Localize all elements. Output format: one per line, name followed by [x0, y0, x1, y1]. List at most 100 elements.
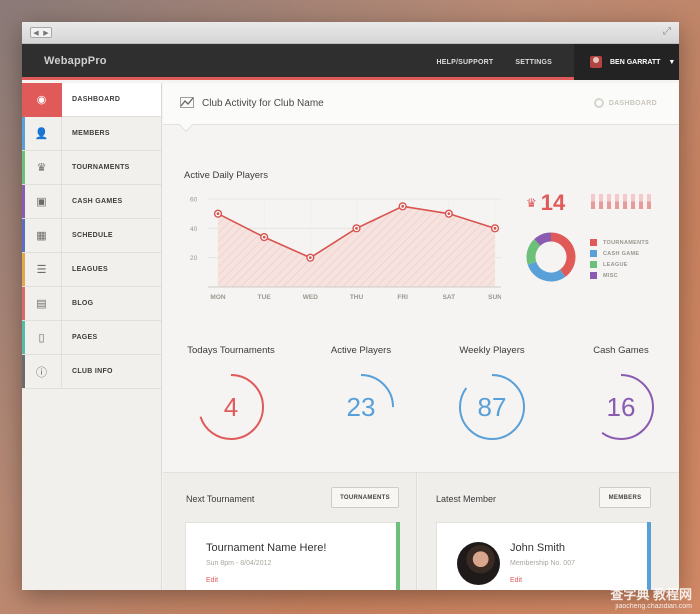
member-avatar [457, 542, 500, 585]
legend-label: TOURNAMENTS [603, 239, 649, 246]
sidebar-item-tournaments[interactable]: ♛ TOURNAMENTS [22, 150, 161, 185]
brand-logo[interactable]: WebappPro [44, 55, 107, 67]
help-support-link[interactable]: HELP/SUPPORT [437, 59, 494, 66]
sidebar-item-label: MEMBERS [72, 130, 110, 137]
activity-chart-svg: 20 40 60 MON TUE WED THU FRI SAT SUN [190, 197, 503, 301]
settings-link[interactable]: SETTINGS [515, 59, 552, 66]
legend-label: LEAGUE [603, 261, 628, 268]
stat-ring: 4 [198, 374, 264, 440]
crown-stat: ♛ 14 [526, 190, 565, 216]
page-title: Club Activity for Club Name [202, 98, 324, 109]
sidebar-item-label: PAGES [72, 334, 98, 341]
stat-todays-tournaments: Todays Tournaments 4 [166, 345, 296, 444]
mini-bar [591, 194, 595, 209]
mini-bar [639, 194, 643, 209]
stat-value: 23 [347, 392, 376, 422]
activity-title: Active Daily Players [184, 170, 268, 181]
stat-ring: 87 [459, 374, 525, 440]
calendar-icon: ▦ [22, 218, 62, 253]
stat-ring: 16 [588, 374, 654, 440]
bottom-panels: Next Tournament TOURNAMENTS Tournament N… [163, 472, 679, 590]
sidebar-item-label: SCHEDULE [72, 232, 113, 239]
tournament-edit-link[interactable]: Edit [206, 577, 218, 584]
tournament-card[interactable]: Tournament Name Here! Sun 8pm - 8/04/201… [185, 522, 400, 590]
forward-arrow-icon[interactable]: ▶ [43, 29, 48, 37]
sidebar-item-club-info[interactable]: ⓘ CLUB INFO [22, 354, 161, 389]
donut-chart [526, 232, 576, 282]
next-tournament-panel: Next Tournament TOURNAMENTS Tournament N… [163, 473, 417, 590]
sidebar-color-bar [22, 287, 25, 320]
member-card[interactable]: John Smith Membership No. 007 Edit [436, 522, 651, 590]
sidebar-item-members[interactable]: 👤 MEMBERS [22, 116, 161, 151]
donut-slice [550, 232, 576, 277]
sidebar-item-label: CASH GAMES [72, 198, 123, 205]
sidebar-item-dashboard[interactable]: ◉ DASHBOARD [22, 82, 161, 117]
user-avatar-icon [590, 56, 602, 68]
members-button[interactable]: MEMBERS [599, 487, 651, 508]
tournament-name: Tournament Name Here! [206, 542, 327, 554]
fullscreen-icon[interactable]: ⤢ [663, 26, 671, 37]
stat-value: 16 [607, 392, 636, 422]
stat-label: Cash Games [593, 345, 649, 356]
member-edit-link[interactable]: Edit [510, 577, 522, 584]
mini-bar [631, 194, 635, 209]
sidebar-item-label: TOURNAMENTS [72, 164, 130, 171]
sidebar-item-schedule[interactable]: ▦ SCHEDULE [22, 218, 161, 253]
x-tick-label: FRI [397, 294, 408, 301]
stats-row: Todays Tournaments 4 Active Players 23 W… [163, 345, 679, 465]
top-bar: WebappPro HELP/SUPPORT SETTINGS BEN GARR… [22, 44, 679, 80]
sidebar-item-leagues[interactable]: ☰ LEAGUES [22, 252, 161, 287]
stat-weekly-players: Weekly Players 87 [427, 345, 557, 444]
data-point-center [447, 212, 451, 216]
y-tick-label: 40 [190, 226, 198, 233]
stat-value: 4 [224, 392, 238, 422]
next-tournament-title: Next Tournament [186, 494, 255, 504]
sidebar-item-cash-games[interactable]: ▣ CASH GAMES [22, 184, 161, 219]
tournaments-button[interactable]: TOURNAMENTS [331, 487, 399, 508]
sidebar-color-bar [22, 253, 25, 286]
sidebar-item-label: DASHBOARD [72, 96, 121, 103]
stat-active-players: Active Players 23 [296, 345, 426, 444]
chat-icon: ▤ [22, 286, 62, 321]
stat-ring: 23 [328, 374, 394, 440]
main-content: Club Activity for Club Name DASHBOARD Ac… [163, 83, 679, 590]
data-point-center [262, 235, 266, 239]
breadcrumb[interactable]: DASHBOARD [593, 98, 657, 108]
watermark-url: jiaocheng.chazidian.com [615, 603, 692, 610]
mini-bar [607, 194, 611, 209]
tournament-date: Sun 8pm - 8/04/2012 [206, 560, 272, 567]
mini-bar [599, 194, 603, 209]
user-menu[interactable]: BEN GARRATT ▼ [574, 44, 679, 80]
x-tick-label: WED [303, 294, 318, 301]
donut-slice [527, 261, 566, 282]
caret-down-icon[interactable]: ▼ [668, 59, 675, 66]
legend-swatch [590, 261, 597, 268]
x-tick-label: MON [210, 294, 225, 301]
sidebar-item-label: CLUB INFO [72, 368, 113, 375]
header-notch [178, 117, 194, 133]
donut-legend: TOURNAMENTS CASH GAME LEAGUE MISC [590, 237, 649, 281]
sidebar-color-bar [22, 355, 25, 388]
user-name: BEN GARRATT [610, 58, 661, 66]
dashboard-crumb-icon [593, 98, 604, 108]
back-forward-buttons[interactable]: ◀ ▶ [30, 27, 52, 38]
card-accent [396, 522, 400, 590]
stat-cash-games: Cash Games 16 [556, 345, 679, 444]
mini-bar [615, 194, 619, 209]
sidebar-color-bar [22, 151, 25, 184]
mini-bar [647, 194, 651, 209]
sidebar-color-bar [22, 321, 25, 354]
member-number: Membership No. 007 [510, 560, 575, 567]
y-tick-label: 20 [190, 255, 198, 262]
activity-chart-icon [180, 96, 194, 111]
legend-label: CASH GAME [603, 250, 640, 257]
data-point-center [308, 256, 312, 260]
legend-item: MISC [590, 270, 649, 281]
sidebar-item-pages[interactable]: ▯ PAGES [22, 320, 161, 355]
stat-label: Active Players [330, 345, 392, 356]
back-arrow-icon[interactable]: ◀ [33, 29, 38, 37]
sidebar-item-blog[interactable]: ▤ BLOG [22, 286, 161, 321]
crown-stat-value: 14 [540, 190, 566, 215]
y-tick-label: 60 [190, 197, 198, 204]
data-point-center [401, 204, 405, 208]
